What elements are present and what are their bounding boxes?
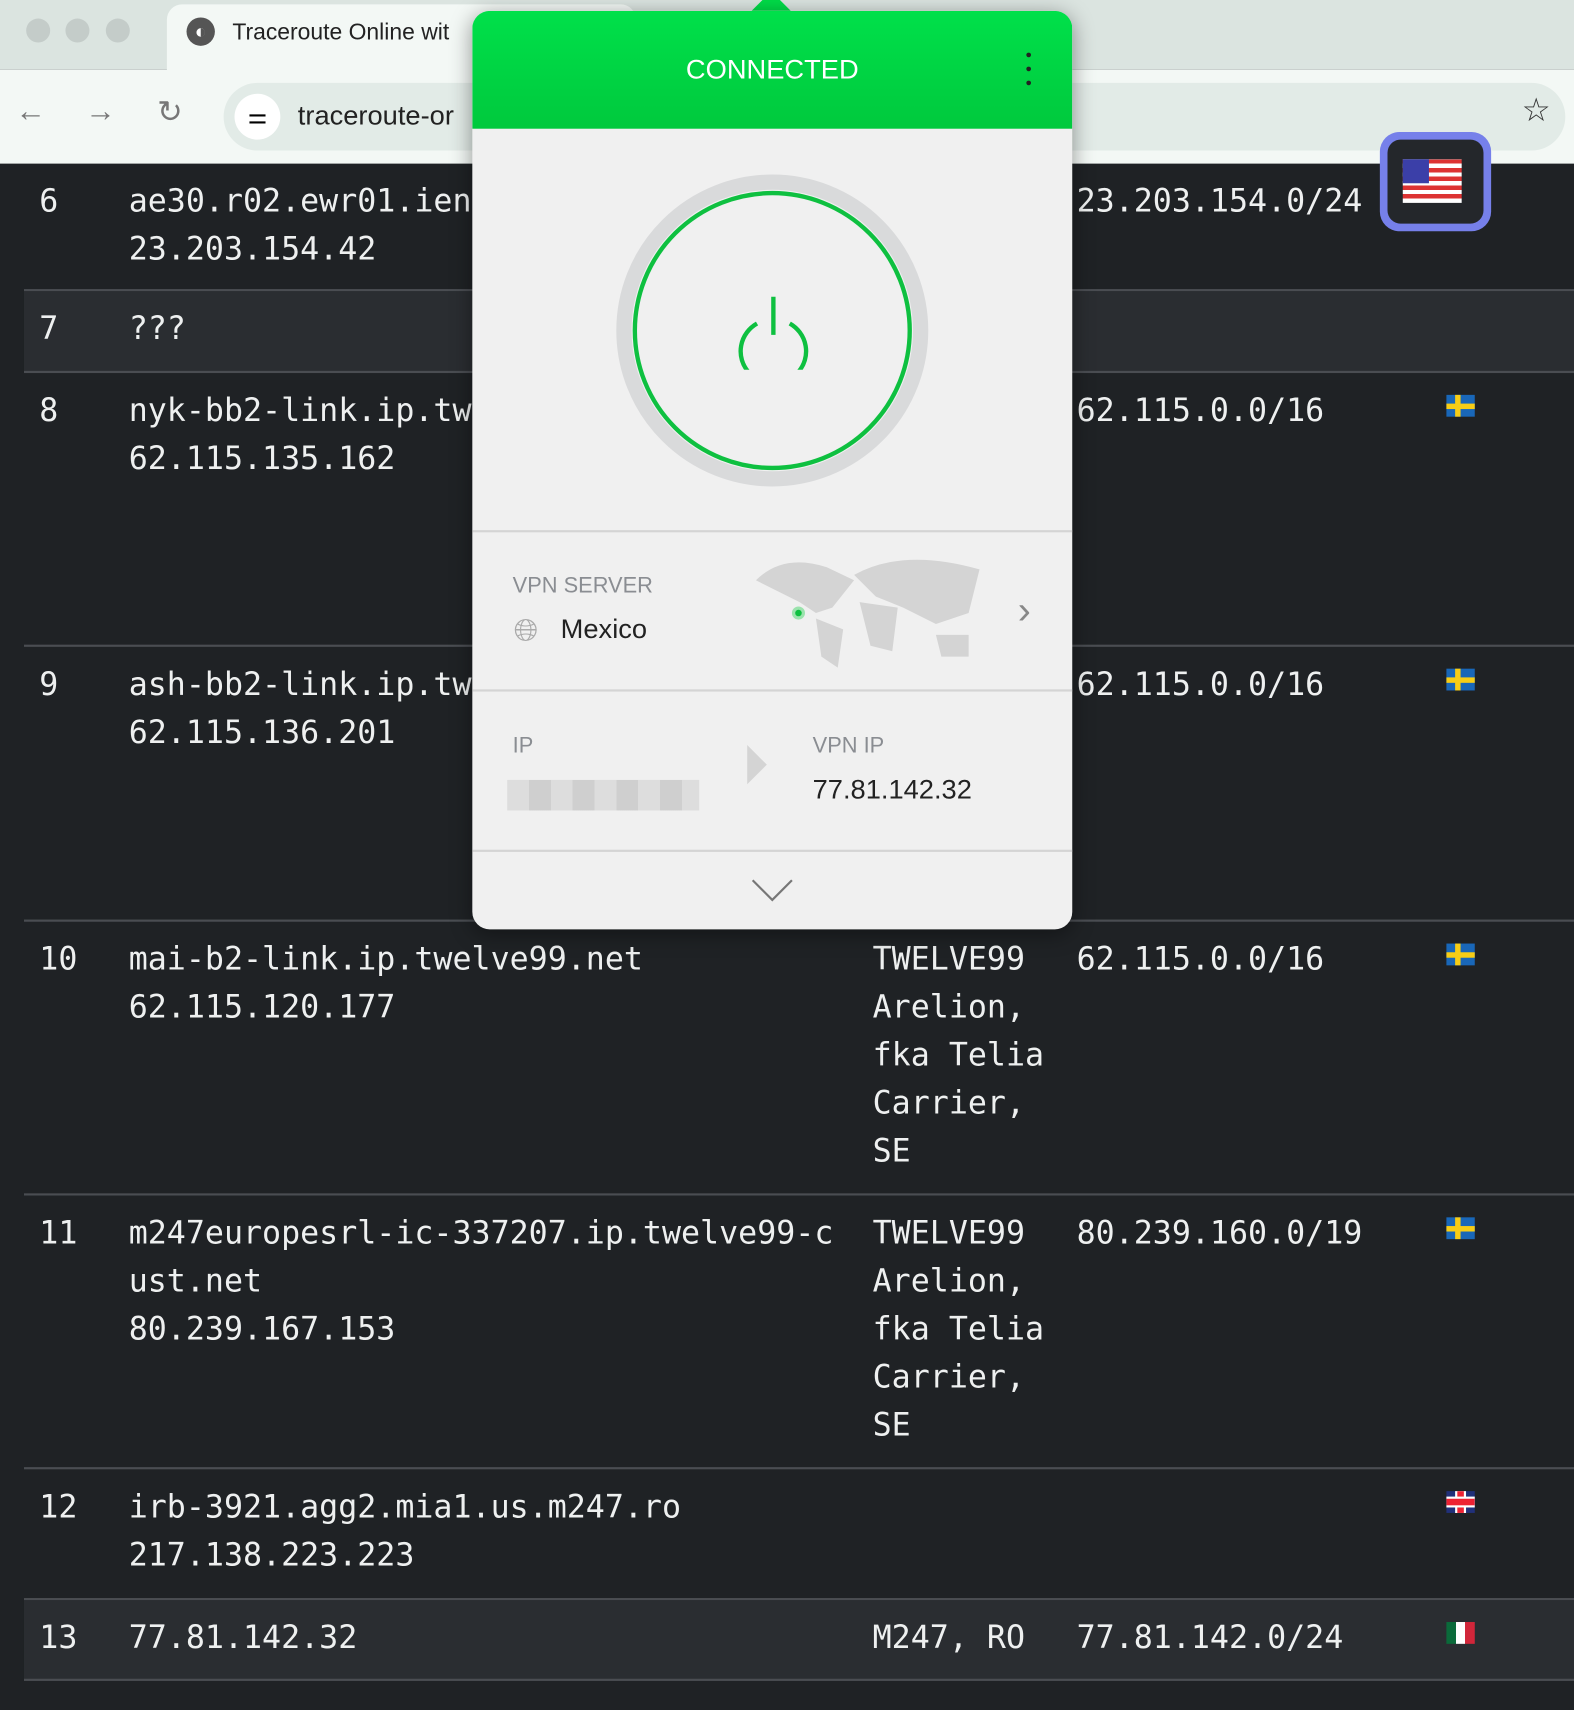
network-cell: 77.81.142.0/24: [1076, 1618, 1344, 1656]
vpn-header: CONNECTED ● ● ●: [472, 10, 1073, 129]
asn-cell: M247, RO: [872, 1618, 1026, 1656]
maximize-window-button[interactable]: [105, 18, 130, 43]
bookmark-star-icon[interactable]: ☆: [1522, 92, 1551, 130]
power-icon: [738, 296, 809, 370]
hop-number: 7: [39, 309, 59, 347]
network-cell: 80.239.160.0/19: [1076, 1214, 1363, 1252]
table-row: 11 m247europesrl-ic-337207.ip.twelve99-c…: [23, 1196, 1574, 1470]
hop-number: 13: [39, 1618, 78, 1656]
vpn-server-label: VPN SERVER: [512, 573, 653, 598]
power-button[interactable]: [632, 190, 912, 471]
hop-number: 6: [39, 182, 59, 220]
popup-caret: [751, 0, 791, 11]
se-flag-icon: [1446, 943, 1475, 966]
hostname: irb-3921.agg2.mia1.us.m247.ro: [128, 1487, 682, 1525]
hop-number: 10: [39, 940, 78, 978]
site-settings-icon[interactable]: ⚌: [234, 93, 281, 140]
hop-number: 12: [39, 1487, 78, 1525]
vpn-ip-label: VPN IP: [812, 734, 885, 759]
table-row: 13 77.81.142.32 M247, RO 77.81.142.0/24: [23, 1600, 1574, 1681]
asn-cell: TWELVE99 Arelion, fka Telia Carrier, SE: [872, 1214, 1045, 1444]
host-cell: m247europesrl-ic-337207.ip.twelve99-cust…: [129, 1209, 849, 1353]
vpn-extension-button[interactable]: [1379, 131, 1492, 232]
host-cell: mai-b2-link.ip.twelve99.net 62.115.120.17…: [129, 935, 849, 1031]
vpn-popup: CONNECTED ● ● ● VPN SERVER 🌐︎ Mexico › IP …: [472, 10, 1073, 930]
vpn-ip-value: 77.81.142.32: [812, 774, 972, 806]
hop-number: 9: [39, 665, 59, 703]
redacted-ip: [507, 779, 700, 811]
minimize-window-button[interactable]: [65, 18, 90, 43]
se-flag-icon: [1446, 1217, 1475, 1240]
close-window-button[interactable]: [26, 18, 51, 43]
mx-flag-icon: [1446, 1622, 1475, 1644]
hop-number: 11: [39, 1214, 78, 1252]
globe-icon: ◐: [186, 17, 215, 46]
network-cell: 62.115.0.0/16: [1076, 391, 1325, 429]
us-flag-icon: [1402, 159, 1462, 203]
chevron-right-icon[interactable]: ›: [1018, 587, 1031, 633]
host-cell: irb-3921.agg2.mia1.us.m247.ro 217.138.223…: [129, 1482, 849, 1578]
se-flag-icon: [1446, 668, 1475, 691]
network-cell: 62.115.0.0/16: [1076, 940, 1325, 978]
network-cell: 23.203.154.0/24: [1076, 182, 1363, 220]
chevron-down-icon[interactable]: [750, 878, 794, 904]
ip-label: IP: [512, 734, 534, 759]
vpn-server-name: Mexico: [560, 614, 648, 645]
globe-icon: 🌐︎: [513, 613, 539, 647]
forward-icon[interactable]: →: [85, 94, 116, 129]
asn-cell: TWELVE99 Arelion, fka Telia Carrier, SE: [872, 940, 1045, 1170]
hostname: 77.81.142.32: [128, 1618, 358, 1656]
gb-flag-icon: [1446, 1491, 1475, 1513]
reload-icon[interactable]: ↻: [157, 94, 183, 130]
more-menu-icon[interactable]: ● ● ●: [1024, 48, 1033, 91]
table-row: 12 irb-3921.agg2.mia1.us.m247.ro 217.138.…: [23, 1469, 1574, 1601]
network-cell: 62.115.0.0/16: [1076, 665, 1325, 703]
tab-title: Traceroute Online wit: [232, 19, 450, 45]
hostname: m247europesrl-ic-337207.ip.twelve99-cust…: [128, 1214, 834, 1300]
url-text: traceroute-or: [297, 100, 454, 131]
hostname: mai-b2-link.ip.twelve99.net: [128, 940, 643, 978]
world-map-icon: [755, 559, 980, 668]
arrow-right-icon: [747, 745, 767, 785]
host-ip: 80.239.167.153: [128, 1310, 396, 1348]
back-icon[interactable]: ←: [15, 94, 46, 129]
table-row: 10 mai-b2-link.ip.twelve99.net 62.115.120…: [23, 922, 1574, 1196]
host-ip: 62.115.120.177: [128, 988, 396, 1026]
se-flag-icon: [1446, 394, 1475, 417]
connection-status: CONNECTED: [685, 54, 859, 86]
host-ip: 217.138.223.223: [128, 1535, 415, 1573]
host-cell: 77.81.142.32: [129, 1613, 849, 1661]
hop-number: 8: [39, 391, 59, 429]
